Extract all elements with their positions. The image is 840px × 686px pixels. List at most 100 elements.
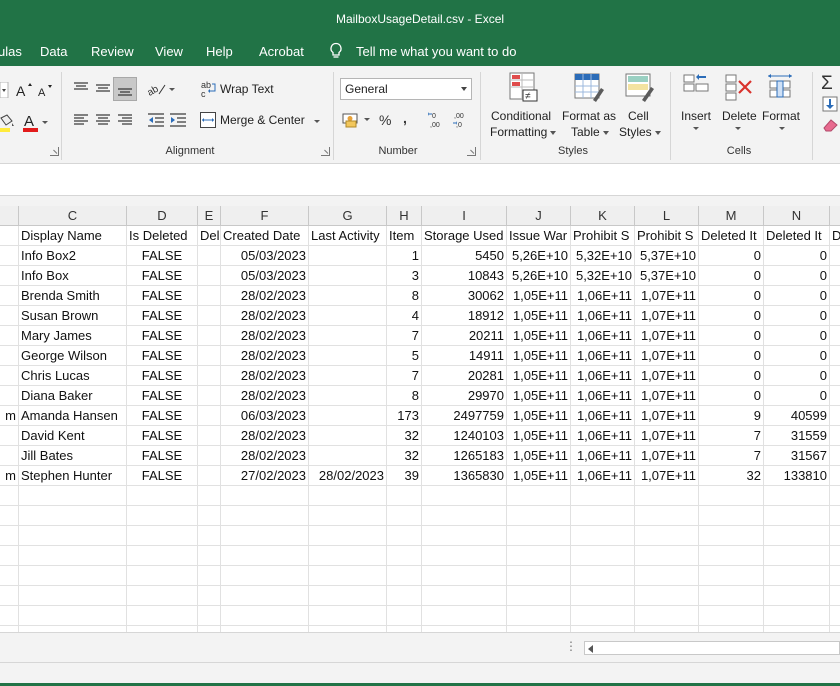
table-cell[interactable] [507,506,571,526]
table-cell[interactable] [19,546,127,566]
tab-acrobat[interactable]: Acrobat [259,44,304,59]
column-header-m[interactable]: M [699,206,764,226]
comma-style-icon[interactable]: , [402,112,410,128]
table-cell[interactable] [221,586,309,606]
table-cell[interactable] [0,346,19,366]
table-cell[interactable] [198,306,221,326]
table-cell[interactable]: 18912 [422,306,507,326]
table-cell[interactable] [127,486,198,506]
column-header-c[interactable]: C [19,206,127,226]
table-cell[interactable]: 1,07E+11 [635,366,699,386]
table-cell[interactable]: FALSE [127,266,198,286]
column-header-h[interactable]: H [387,206,422,226]
table-cell[interactable] [571,486,635,506]
table-cell[interactable] [198,606,221,626]
table-cell[interactable]: m [0,466,19,486]
table-cell[interactable]: 39 [387,466,422,486]
table-cell[interactable] [422,586,507,606]
table-cell[interactable] [387,486,422,506]
table-cell[interactable] [571,546,635,566]
table-cell[interactable]: 1,05E+11 [507,426,571,446]
cell-styles-icon[interactable] [624,72,656,102]
table-cell[interactable]: Info Box2 [19,246,127,266]
table-cell[interactable]: FALSE [127,286,198,306]
decrease-indent-icon[interactable] [146,111,166,129]
table-cell[interactable]: 1,07E+11 [635,326,699,346]
spreadsheet-grid[interactable]: C D E F G H I J K L M N Display Name Is Deleted Del Cre… [0,206,840,632]
table-cell[interactable] [635,546,699,566]
table-cell[interactable]: 1365830 [422,466,507,486]
table-cell[interactable] [571,566,635,586]
table-cell[interactable] [309,286,387,306]
column-header-n[interactable]: N [764,206,830,226]
table-cell[interactable] [387,526,422,546]
column-header-g[interactable]: G [309,206,387,226]
table-cell[interactable]: FALSE [127,406,198,426]
table-cell[interactable]: 28/02/2023 [221,366,309,386]
table-cell[interactable] [830,406,840,426]
table-cell[interactable]: 0 [764,286,830,306]
table-cell[interactable] [0,566,19,586]
header-cell[interactable]: Display Name [19,226,127,246]
table-cell[interactable] [830,426,840,446]
table-cell[interactable] [830,546,840,566]
table-cell[interactable] [830,286,840,306]
table-cell[interactable]: 28/02/2023 [221,386,309,406]
decrease-font-icon[interactable]: A [37,83,55,99]
table-cell[interactable]: 0 [699,366,764,386]
table-cell[interactable]: 28/02/2023 [221,306,309,326]
table-cell[interactable] [127,586,198,606]
table-cell[interactable] [309,446,387,466]
table-cell[interactable] [221,566,309,586]
table-cell[interactable]: 1,05E+11 [507,366,571,386]
table-cell[interactable]: 28/02/2023 [221,446,309,466]
table-cell[interactable] [764,486,830,506]
conditional-formatting-button[interactable]: Formatting [490,125,557,139]
scroll-left-icon[interactable] [588,645,593,653]
table-cell[interactable]: 5450 [422,246,507,266]
format-button[interactable]: Format [762,109,800,123]
table-cell[interactable]: FALSE [127,306,198,326]
table-cell[interactable] [830,326,840,346]
table-cell[interactable]: 1,06E+11 [571,286,635,306]
tab-help[interactable]: Help [206,44,233,59]
table-cell[interactable] [507,586,571,606]
wrap-text-icon[interactable]: ab c [201,80,217,98]
header-cell[interactable]: Created Date [221,226,309,246]
table-cell[interactable] [198,586,221,606]
table-cell[interactable] [635,566,699,586]
table-cell[interactable] [699,526,764,546]
table-cell[interactable]: m [0,406,19,426]
table-cell[interactable] [198,346,221,366]
header-cell[interactable]: Item [387,226,422,246]
table-cell[interactable] [830,606,840,626]
table-cell[interactable] [387,586,422,606]
header-cell[interactable]: Last Activity [309,226,387,246]
horizontal-scrollbar[interactable] [584,641,840,655]
table-cell[interactable]: 5 [387,346,422,366]
table-cell[interactable]: 7 [699,446,764,466]
formula-bar[interactable] [0,164,840,196]
table-cell[interactable]: 1,05E+11 [507,466,571,486]
table-cell[interactable] [198,246,221,266]
table-cell[interactable]: 0 [699,286,764,306]
increase-decimal-icon[interactable]: 0,00 [428,111,448,129]
table-cell[interactable] [309,406,387,426]
table-cell[interactable]: 1,07E+11 [635,446,699,466]
decrease-decimal-icon[interactable]: ,00,0 [452,111,472,129]
table-cell[interactable] [0,306,19,326]
table-cell[interactable]: Jill Bates [19,446,127,466]
table-cell[interactable] [0,246,19,266]
table-cell[interactable] [422,546,507,566]
table-cell[interactable] [0,286,19,306]
table-cell[interactable]: 0 [699,346,764,366]
table-cell[interactable]: 20281 [422,366,507,386]
cell-styles-button[interactable]: Styles [619,125,661,139]
table-cell[interactable]: 5,37E+10 [635,246,699,266]
table-cell[interactable]: 1,05E+11 [507,386,571,406]
accounting-format-icon[interactable] [342,111,372,129]
table-cell[interactable] [507,486,571,506]
table-cell[interactable]: 1,05E+11 [507,286,571,306]
table-cell[interactable] [635,606,699,626]
header-cell[interactable] [0,226,19,246]
